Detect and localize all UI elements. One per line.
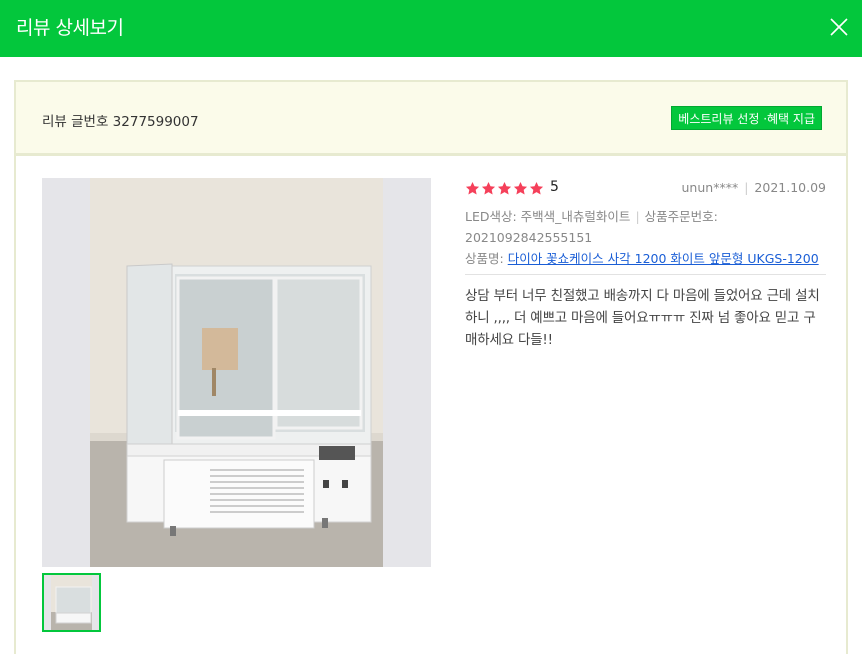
star-rating — [465, 181, 544, 197]
review-date: 2021.10.09 — [754, 180, 826, 195]
modal-title: 리뷰 상세보기 — [16, 17, 124, 39]
review-notice-box: 리뷰 글번호 3277599007 베스트리뷰 선정 ·혜택 지급 — [14, 80, 848, 155]
rating-value: 5 — [550, 179, 559, 195]
review-card: 5 unun**** | 2021.10.09 LED색상: 주백색_내츄럴화이트 |… — [14, 154, 848, 654]
divider: | — [744, 180, 749, 195]
star-icon — [465, 181, 480, 195]
modal-header: 리뷰 상세보기 — [0, 0, 862, 57]
review-number: 리뷰 글번호 3277599007 — [42, 114, 199, 130]
review-info: 5 unun**** | 2021.10.09 LED색상: 주백색_내츄럴화이트 |… — [465, 178, 826, 351]
product-label: 상품명: — [465, 251, 504, 266]
review-body: 상담 부터 너무 친절했고 배송까지 다 마음에 들었어요 근데 설치하니 ,,… — [465, 288, 820, 348]
review-photo[interactable] — [42, 178, 431, 567]
star-icon — [481, 181, 496, 195]
best-review-badge: 베스트리뷰 선정 ·혜택 지급 — [671, 106, 822, 130]
rating-row: 5 unun**** | 2021.10.09 — [465, 178, 826, 202]
star-icon — [529, 181, 544, 195]
star-icon — [513, 181, 528, 195]
option-color: LED색상: 주백색_내츄럴화이트 — [465, 209, 631, 224]
product-row: 상품명: 다이아 꽃쇼케이스 사각 1200 화이트 앞문형 UKGS-1200 — [465, 248, 826, 275]
close-icon[interactable] — [828, 16, 850, 38]
author-id: unun**** — [681, 180, 739, 195]
order-number: 2021092842555151 — [465, 230, 593, 245]
order-number-label: 상품주문번호: — [644, 209, 718, 224]
product-link[interactable]: 다이아 꽃쇼케이스 사각 1200 화이트 앞문형 UKGS-1200 — [508, 251, 819, 266]
review-thumbnail[interactable] — [42, 573, 101, 632]
review-meta: unun**** | 2021.10.09 — [682, 180, 827, 195]
option-info: LED색상: 주백색_내츄럴화이트 | 상품주문번호: 20210928425551… — [465, 206, 826, 248]
star-icon — [497, 181, 512, 195]
divider: | — [635, 209, 640, 224]
